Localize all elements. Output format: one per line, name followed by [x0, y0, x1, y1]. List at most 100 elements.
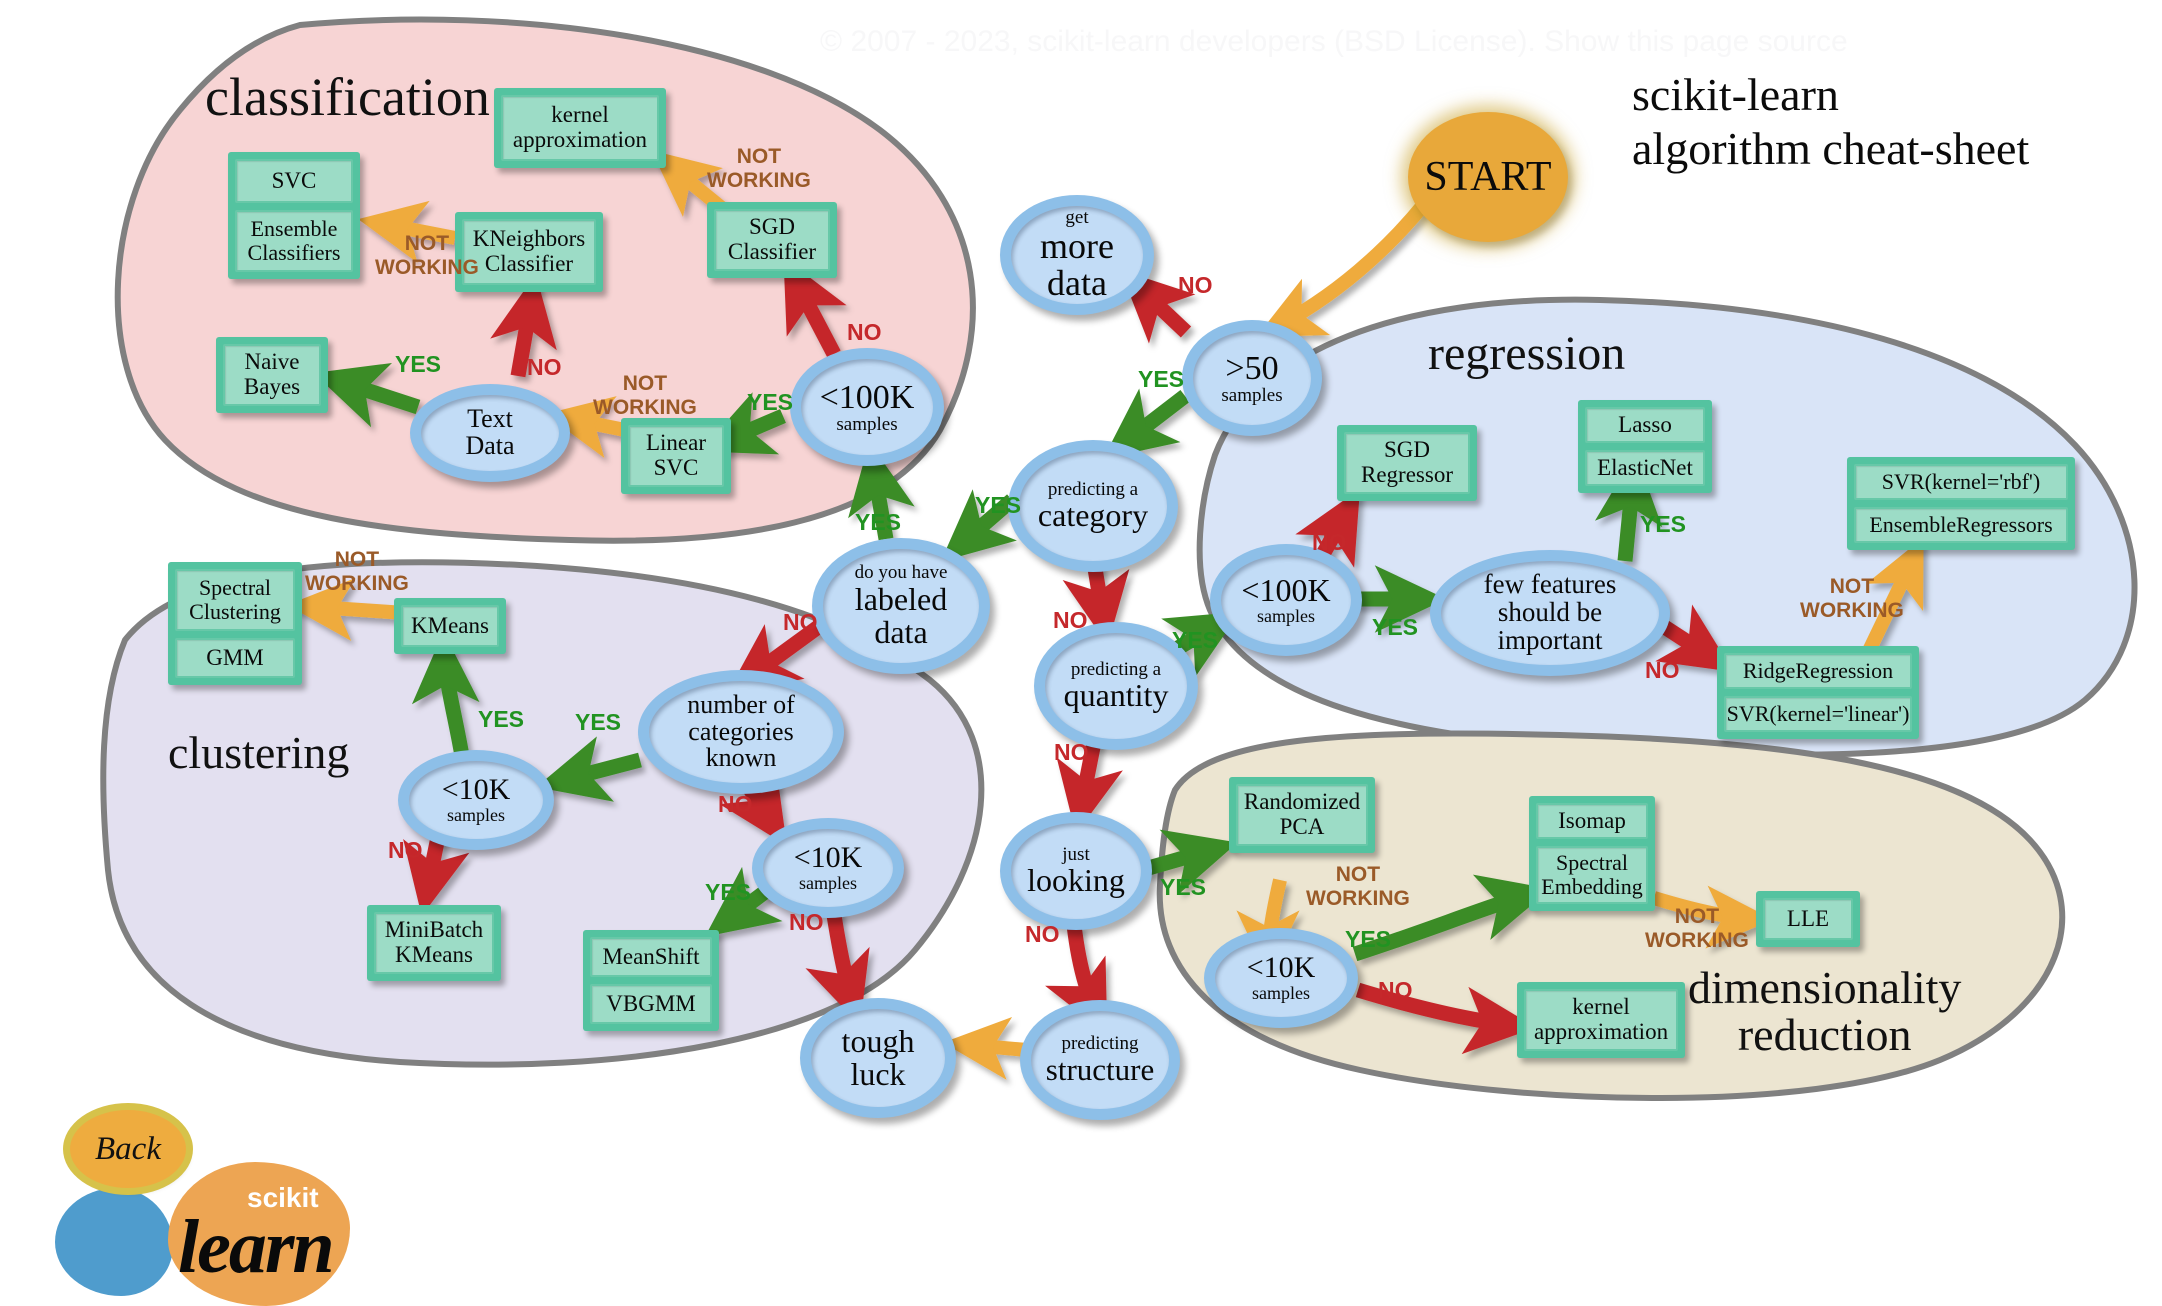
cell-sgd-classifier: SGD Classifier	[714, 209, 830, 271]
cell-lle: LLE	[1763, 898, 1853, 940]
node-clu10kb-inner: <10K samples	[763, 829, 893, 907]
node-structure-main: structure	[1045, 1051, 1155, 1087]
node-predicting-category[interactable]: predicting a category	[1008, 440, 1178, 572]
node-reg100k-main: <100K	[1241, 572, 1331, 609]
box-kernel-approximation-classification[interactable]: kernel approximation	[494, 88, 666, 168]
box-meanshift-vbgmm[interactable]: MeanShift VBGMM	[583, 930, 719, 1031]
node-quantity-inner: predicting a quantity	[1045, 633, 1187, 739]
region-label-dimreduction: dimensionality reduction	[1688, 962, 1962, 1060]
box-minibatch-kmeans[interactable]: MiniBatch KMeans	[367, 905, 501, 981]
edge-label-gt50-no: NO	[1178, 272, 1213, 298]
node-fewfeatures-main: few features should be important	[1483, 569, 1617, 655]
scikit-learn-logo-learn-text: learn	[178, 1205, 335, 1289]
start-label: START	[1424, 154, 1552, 200]
node-structure-sub: predicting	[1061, 1033, 1139, 1055]
back-button[interactable]: Back	[70, 1110, 186, 1188]
node-quantity-main: quantity	[1063, 677, 1169, 714]
edge-label-clu10ka-no: NO	[388, 837, 423, 863]
node-gt50-post: samples	[1221, 384, 1283, 406]
box-lasso-elasticnet[interactable]: Lasso ElasticNet	[1578, 400, 1712, 493]
box-randomized-pca[interactable]: Randomized PCA	[1229, 777, 1375, 853]
cell-svr-linear: SVR(kernel='linear')	[1724, 696, 1912, 732]
node-clu-lt10k-a[interactable]: <10K samples	[398, 750, 554, 850]
node-few-features-important[interactable]: few features should be important	[1430, 550, 1670, 676]
node-looking-inner: just looking	[1011, 823, 1141, 919]
box-isomap-spectral-embedding[interactable]: Isomap Spectral Embedding	[1529, 796, 1655, 911]
node-just-looking[interactable]: just looking	[1000, 812, 1152, 930]
node-clu10kb-post: samples	[799, 873, 857, 894]
node-reg-lt100k-samples[interactable]: <100K samples	[1210, 544, 1362, 656]
cell-minibatch-kmeans: MiniBatch KMeans	[374, 912, 494, 974]
region-label-regression: regression	[1428, 327, 1626, 380]
node-numcat-main: number of categories known	[687, 689, 795, 773]
cheatsheet-canvas: © 2007 - 2023, scikit-learn developers (…	[0, 0, 2162, 1306]
back-button-label: Back	[95, 1130, 161, 1167]
node-category-inner: predicting a category	[1019, 451, 1167, 561]
node-structure-inner: predicting structure	[1031, 1011, 1169, 1109]
cell-linear-svc: Linear SVC	[628, 425, 724, 487]
node-looking-main: looking	[1027, 862, 1125, 899]
edge-label-dim10k-yes: YES	[1345, 926, 1392, 952]
node-clf-lt100k-samples[interactable]: <100K samples	[790, 348, 944, 466]
node-tough-luck[interactable]: tough luck	[800, 998, 956, 1118]
node-clu10ka-main: <10K	[441, 773, 511, 807]
edge-label-textdata-yes: YES	[395, 351, 442, 377]
cell-ridgeregression: RidgeRegression	[1724, 653, 1912, 689]
edge-label-category-no: NO	[1053, 607, 1088, 633]
edge-label-ridge-notworking: NOT WORKING	[1800, 575, 1904, 622]
box-sgd-regressor[interactable]: SGD Regressor	[1337, 425, 1477, 501]
node-gt50-samples[interactable]: >50 samples	[1182, 320, 1322, 436]
node-reg100k-inner: <100K samples	[1221, 555, 1351, 645]
node-clu-lt10k-b[interactable]: <10K samples	[752, 818, 904, 918]
node-clu10ka-post: samples	[447, 805, 505, 826]
start-node[interactable]: START	[1408, 112, 1568, 242]
cell-svr-rbf: SVR(kernel='rbf')	[1854, 464, 2068, 500]
cell-isomap: Isomap	[1536, 803, 1648, 839]
edge-label-quantity-yes: YES	[1172, 627, 1219, 653]
cell-svc: SVC	[235, 159, 353, 203]
node-number-of-categories-known[interactable]: number of categories known	[638, 670, 844, 794]
node-more-data-main: more data	[1040, 225, 1114, 303]
node-clf100k-inner: <100K samples	[801, 359, 933, 455]
box-linear-svc[interactable]: Linear SVC	[621, 418, 731, 494]
node-clf100k-main: <100K	[819, 378, 915, 416]
box-ridge-svrlinear[interactable]: RidgeRegression SVR(kernel='linear')	[1717, 646, 1919, 739]
cell-lasso: Lasso	[1585, 407, 1705, 443]
node-fewfeatures-inner: few features should be important	[1441, 561, 1659, 665]
edge-label-clu10kb-no: NO	[789, 909, 824, 935]
box-svc-ensemble[interactable]: SVC Ensemble Classifiers	[228, 152, 360, 279]
cell-ensembleregressors: EnsembleRegressors	[1854, 507, 2068, 543]
edge-label-kmeans-notworking: NOT WORKING	[305, 548, 409, 595]
edge-label-numcat-yes: YES	[575, 709, 622, 735]
node-clu10kb-main: <10K	[793, 841, 863, 875]
edge-label-looking-no: NO	[1025, 921, 1060, 947]
node-textdata-inner: Text Data	[421, 395, 559, 471]
box-spectral-gmm[interactable]: Spectral Clustering GMM	[168, 562, 302, 685]
node-dim10k-post: samples	[1252, 983, 1310, 1004]
node-more-data[interactable]: get more data	[1000, 195, 1154, 315]
cell-randomized-pca: Randomized PCA	[1236, 784, 1368, 846]
node-labeled-data[interactable]: do you have labeled data	[812, 538, 990, 674]
edge-label-looking-yes: YES	[1160, 874, 1207, 900]
box-lle[interactable]: LLE	[1756, 891, 1860, 947]
box-kmeans[interactable]: KMeans	[394, 598, 506, 654]
node-dim-lt10k[interactable]: <10K samples	[1204, 928, 1358, 1028]
edge-label-numcat-no: NO	[718, 791, 753, 817]
box-svr-rbf-ensembleregressors[interactable]: SVR(kernel='rbf') EnsembleRegressors	[1847, 457, 2075, 550]
cell-kernel-approximation-dim: kernel approximation	[1524, 989, 1678, 1051]
node-dim10k-inner: <10K samples	[1215, 939, 1347, 1017]
box-kernel-approximation-dimreduction[interactable]: kernel approximation	[1517, 982, 1685, 1058]
node-text-data[interactable]: Text Data	[410, 384, 570, 482]
cell-naive-bayes: Naive Bayes	[223, 344, 321, 406]
edge-label-fewfeatures-no: NO	[1645, 657, 1680, 683]
node-predicting-structure[interactable]: predicting structure	[1020, 1000, 1180, 1120]
edge-label-reg100k-yes: YES	[1372, 614, 1419, 640]
box-sgd-classifier[interactable]: SGD Classifier	[707, 202, 837, 278]
box-naive-bayes[interactable]: Naive Bayes	[216, 337, 328, 413]
edge-label-clu10ka-yes: YES	[478, 706, 525, 732]
node-clu10ka-inner: <10K samples	[409, 761, 543, 839]
node-labeled-sub: do you have	[854, 562, 948, 584]
cell-kneighbors-classifier: KNeighbors Classifier	[462, 219, 596, 285]
node-labeled-inner: do you have labeled data	[823, 549, 979, 663]
edge-label-labeled-no: NO	[783, 609, 818, 635]
